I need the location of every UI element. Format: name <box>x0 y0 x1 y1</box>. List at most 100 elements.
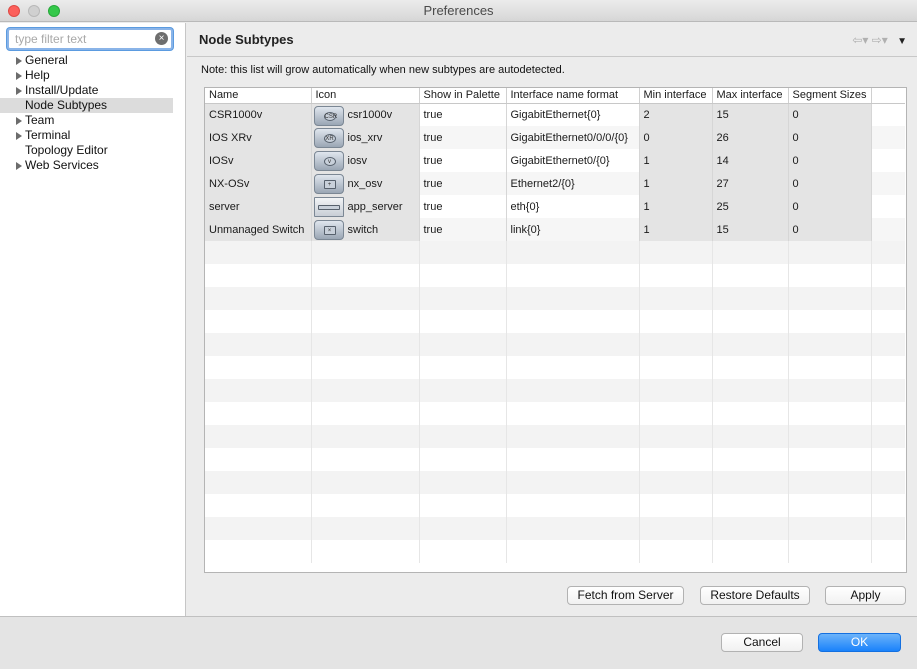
table-row[interactable]: IOSv v iosv true GigabitEthernet0/{0} 1 14 0 <box>205 149 905 172</box>
empty-cell <box>506 494 640 517</box>
cell-name[interactable]: Unmanaged Switch <box>205 218 312 241</box>
column-header-max-interface[interactable]: Max interface <box>712 88 789 104</box>
cell-seg[interactable]: 0 <box>788 218 872 241</box>
close-window-button[interactable] <box>8 5 20 17</box>
cell-name[interactable]: server <box>205 195 312 218</box>
view-menu-icon[interactable]: ▼ <box>897 36 907 47</box>
cell-max[interactable]: 27 <box>712 172 789 195</box>
expand-arrow-icon[interactable] <box>16 132 22 140</box>
empty-cell <box>419 379 507 402</box>
empty-cell <box>419 494 507 517</box>
cell-name[interactable]: IOSv <box>205 149 312 172</box>
tree-item-topology-editor[interactable]: Topology Editor <box>0 143 185 158</box>
empty-cell <box>639 402 713 425</box>
cell-max[interactable]: 14 <box>712 149 789 172</box>
cell-show[interactable]: true <box>419 172 507 195</box>
cell-min[interactable]: 1 <box>639 172 713 195</box>
tree-item-help[interactable]: Help <box>0 68 185 83</box>
cell-spacer <box>871 126 905 149</box>
filter-input[interactable] <box>15 30 153 48</box>
cell-show[interactable]: true <box>419 103 507 126</box>
expand-arrow-icon[interactable] <box>16 72 22 80</box>
ok-button[interactable]: OK <box>818 633 901 652</box>
cell-show[interactable]: true <box>419 126 507 149</box>
cell-seg[interactable]: 0 <box>788 172 872 195</box>
cell-show[interactable]: true <box>419 195 507 218</box>
column-header-name[interactable]: Name <box>205 88 312 104</box>
cell-show[interactable]: true <box>419 218 507 241</box>
column-header-show-in-palette[interactable]: Show in Palette <box>419 88 507 104</box>
icon-name: nx_osv <box>347 177 383 190</box>
back-arrow-icon[interactable]: ⇦ <box>852 33 862 47</box>
cell-format[interactable]: Ethernet2/{0} <box>506 172 640 195</box>
expand-arrow-icon[interactable] <box>16 162 22 170</box>
empty-cell <box>311 448 420 471</box>
empty-cell <box>712 356 789 379</box>
table-row[interactable]: IOS XRv XR ios_xrv true GigabitEthernet0/0/0… <box>205 126 905 149</box>
cell-max[interactable]: 26 <box>712 126 789 149</box>
cell-name[interactable]: IOS XRv <box>205 126 312 149</box>
table-row[interactable]: Unmanaged Switch × switch true link{0} 1 15 0 <box>205 218 905 241</box>
tree-item-install-update[interactable]: Install/Update <box>0 83 185 98</box>
cell-icon[interactable]: + nx_osv <box>311 172 420 195</box>
table-row[interactable]: CSR1000v CSR csr1000v true GigabitEthernet{0… <box>205 103 905 126</box>
column-header-min-interface[interactable]: Min interface <box>639 88 713 104</box>
tree-item-general[interactable]: General <box>0 53 185 68</box>
tree-item-node-subtypes[interactable]: Node Subtypes <box>0 98 173 113</box>
column-header-icon[interactable]: Icon <box>311 88 420 104</box>
cell-show[interactable]: true <box>419 149 507 172</box>
cell-max[interactable]: 15 <box>712 103 789 126</box>
column-header-segment-sizes[interactable]: Segment Sizes <box>788 88 872 104</box>
tree-item-terminal[interactable]: Terminal <box>0 128 185 143</box>
cell-max[interactable]: 15 <box>712 218 789 241</box>
cell-min[interactable]: 1 <box>639 149 713 172</box>
zoom-window-button[interactable] <box>48 5 60 17</box>
empty-cell <box>205 425 312 448</box>
cell-format[interactable]: eth{0} <box>506 195 640 218</box>
cell-min[interactable]: 1 <box>639 195 713 218</box>
cell-max[interactable]: 25 <box>712 195 789 218</box>
clear-filter-icon[interactable]: × <box>155 32 168 45</box>
cell-seg[interactable]: 0 <box>788 103 872 126</box>
empty-cell <box>788 310 872 333</box>
minimize-window-button[interactable] <box>28 5 40 17</box>
cell-icon[interactable]: CSR csr1000v <box>311 103 420 126</box>
tree-item-web-services[interactable]: Web Services <box>0 158 185 173</box>
empty-cell <box>788 379 872 402</box>
fetch-from-server-button[interactable]: Fetch from Server <box>567 586 684 605</box>
apply-button[interactable]: Apply <box>825 586 906 605</box>
cell-icon[interactable]: app_server <box>311 195 420 218</box>
nexus-switch-icon: + <box>313 174 344 194</box>
restore-defaults-button[interactable]: Restore Defaults <box>700 586 810 605</box>
cell-min[interactable]: 0 <box>639 126 713 149</box>
column-header-interface-name-format[interactable]: Interface name format <box>506 88 640 104</box>
cell-min[interactable]: 2 <box>639 103 713 126</box>
empty-cell <box>639 264 713 287</box>
empty-cell <box>712 494 789 517</box>
empty-cell <box>311 333 420 356</box>
cell-name[interactable]: NX-OSv <box>205 172 312 195</box>
cell-name[interactable]: CSR1000v <box>205 103 312 126</box>
expand-arrow-icon[interactable] <box>16 117 22 125</box>
expand-arrow-icon[interactable] <box>16 87 22 95</box>
cell-min[interactable]: 1 <box>639 218 713 241</box>
cell-format[interactable]: GigabitEthernet{0} <box>506 103 640 126</box>
empty-cell <box>419 540 507 563</box>
empty-cell <box>788 471 872 494</box>
cell-format[interactable]: GigabitEthernet0/0/0/{0} <box>506 126 640 149</box>
cell-seg[interactable]: 0 <box>788 195 872 218</box>
table-row[interactable]: server app_server true eth{0} 1 25 0 <box>205 195 905 218</box>
cell-icon[interactable]: XR ios_xrv <box>311 126 420 149</box>
cell-icon[interactable]: × switch <box>311 218 420 241</box>
forward-arrow-icon[interactable]: ⇨ <box>872 33 882 47</box>
cell-icon[interactable]: v iosv <box>311 149 420 172</box>
cancel-button[interactable]: Cancel <box>721 633 803 652</box>
cell-seg[interactable]: 0 <box>788 149 872 172</box>
cell-format[interactable]: link{0} <box>506 218 640 241</box>
tree-item-team[interactable]: Team <box>0 113 185 128</box>
cell-format[interactable]: GigabitEthernet0/{0} <box>506 149 640 172</box>
cell-seg[interactable]: 0 <box>788 126 872 149</box>
table-row[interactable]: NX-OSv + nx_osv true Ethernet2/{0} 1 27 0 <box>205 172 905 195</box>
empty-cell <box>506 379 640 402</box>
expand-arrow-icon[interactable] <box>16 57 22 65</box>
